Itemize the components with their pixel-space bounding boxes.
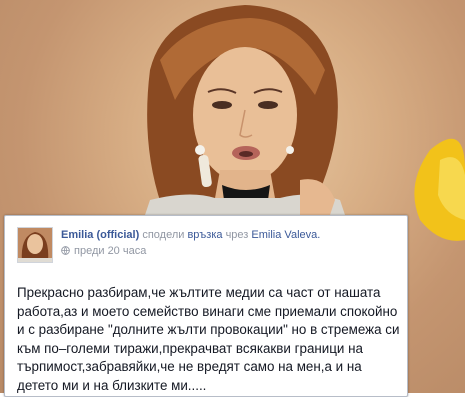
shared-text: сподели	[142, 229, 185, 241]
author-name-link[interactable]: Emilia (official)	[61, 229, 139, 241]
avatar-portrait-icon	[18, 228, 52, 262]
post-meta: преди 20 часа	[61, 244, 146, 258]
post-body-text: Прекрасно разбирам,че жълтите медии са ч…	[17, 285, 400, 393]
via-name-link[interactable]: Emilia Valeva.	[251, 229, 320, 241]
post-header: Emilia (official) сподели връзка чрез Em…	[61, 228, 320, 242]
globe-icon[interactable]	[61, 246, 70, 255]
facebook-post-card: Emilia (official) сподели връзка чрез Em…	[4, 215, 408, 397]
timestamp-link[interactable]: преди 20 часа	[74, 245, 146, 257]
shared-link[interactable]: връзка	[187, 229, 222, 241]
avatar[interactable]	[17, 227, 53, 263]
via-text: чрез	[225, 229, 249, 241]
